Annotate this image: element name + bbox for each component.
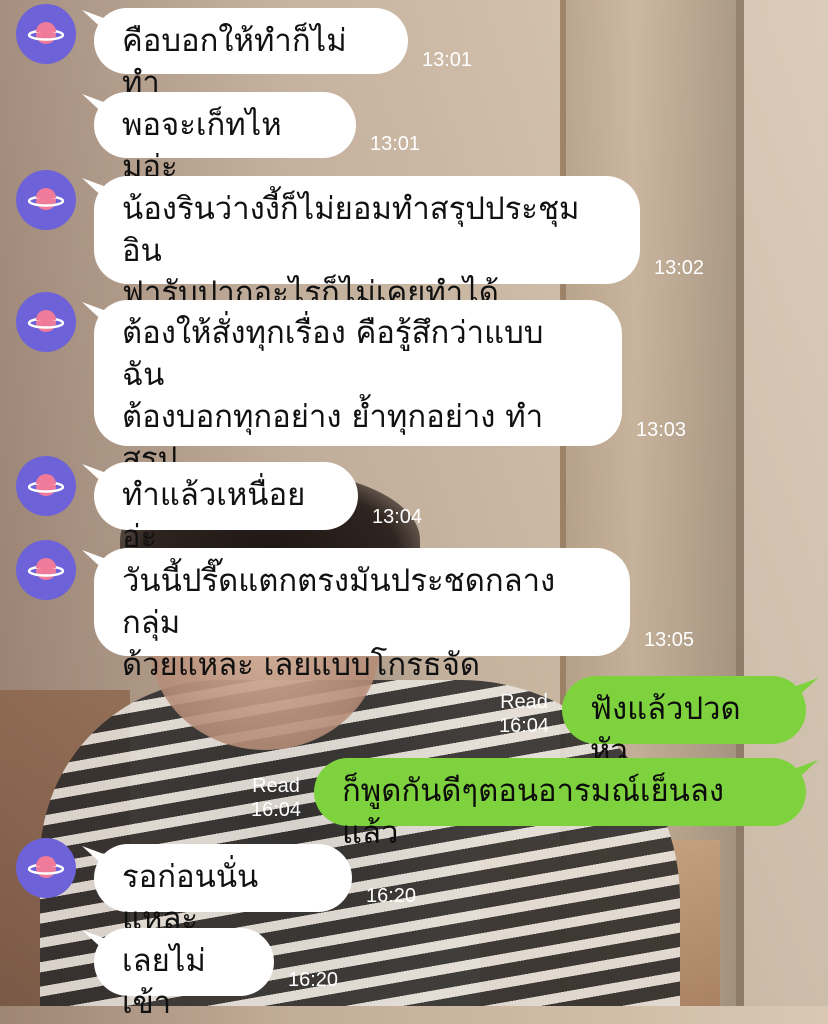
planet-icon	[26, 550, 66, 590]
read-receipt: Read 16:04	[248, 774, 304, 822]
message-timestamp: 16:04	[250, 799, 302, 821]
avatar[interactable]	[16, 540, 76, 600]
message-timestamp: 16:20	[288, 969, 339, 991]
planet-icon	[26, 180, 66, 220]
avatar[interactable]	[16, 170, 76, 230]
message-timestamp: 13:04	[372, 506, 423, 528]
planet-icon	[26, 466, 66, 506]
planet-icon	[26, 14, 66, 54]
chat-message-list[interactable]: คือบอกให้ทำก็ไม่ทำ 13:01 พอจะเก็ทไหมอ่ะ …	[0, 0, 828, 1021]
message-timestamp: 16:04	[498, 715, 550, 737]
message-bubble-incoming[interactable]: รอก่อนนั่นแหละ	[94, 844, 352, 937]
message-bubble-incoming[interactable]: เลยไม่เข้า	[94, 928, 274, 1021]
message-timestamp: 16:20	[366, 885, 417, 907]
message-bubble-outgoing[interactable]: ฟังแล้วปวดหัว	[562, 676, 806, 769]
message-bubble-incoming[interactable]: ต้องให้สั่งทุกเรื่อง คือรู้สึกว่าแบบ ฉัน…	[94, 300, 622, 519]
read-label: Read	[252, 775, 300, 797]
message-bubble-incoming[interactable]: ทำแล้วเหนื่อยอ่ะ	[94, 462, 358, 555]
message-bubble-incoming[interactable]: วันนี้ปรี๊ดแตกตรงมันประชดกลางกลุ่ม ด้วยแ…	[94, 548, 630, 683]
read-label: Read	[500, 691, 548, 713]
message-timestamp: 13:01	[370, 133, 421, 155]
message-timestamp: 13:05	[644, 629, 695, 651]
avatar[interactable]	[16, 838, 76, 898]
avatar[interactable]	[16, 292, 76, 352]
message-bubble-outgoing[interactable]: ก็พูดกันดีๆตอนอารมณ์เย็นลงแล้ว	[314, 758, 806, 851]
planet-icon	[26, 848, 66, 888]
avatar[interactable]	[16, 456, 76, 516]
message-bubble-incoming[interactable]: พอจะเก็ทไหมอ่ะ	[94, 92, 356, 185]
message-timestamp: 13:03	[636, 419, 687, 441]
planet-icon	[26, 302, 66, 342]
read-receipt: Read 16:04	[496, 690, 552, 738]
message-bubble-incoming[interactable]: คือบอกให้ทำก็ไม่ทำ	[94, 8, 408, 101]
message-timestamp: 13:02	[654, 257, 705, 279]
avatar[interactable]	[16, 4, 76, 64]
message-timestamp: 13:01	[422, 49, 473, 71]
message-bubble-incoming[interactable]: น้องรินว่างงี้ก็ไม่ยอมทำสรุปประชุม อิน ฟ…	[94, 176, 640, 311]
